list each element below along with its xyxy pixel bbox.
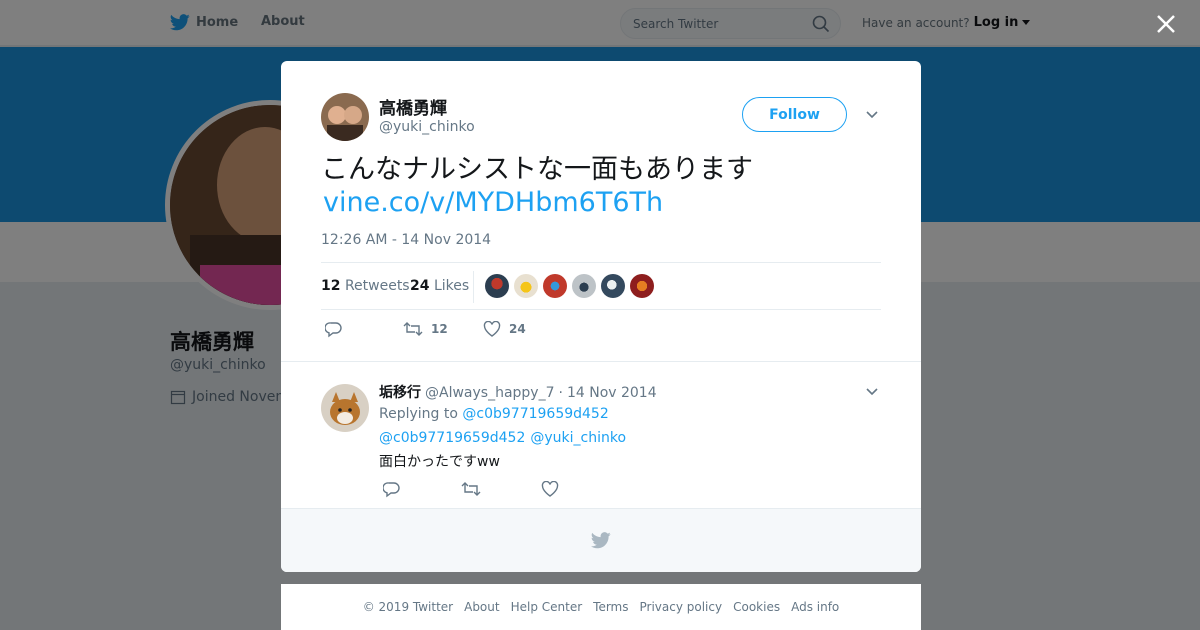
- reply-author-name[interactable]: 垢移行: [379, 382, 421, 402]
- footer-link-terms[interactable]: Terms: [593, 600, 628, 614]
- likes-label: Likes: [433, 278, 470, 294]
- liker-avatar[interactable]: [543, 274, 567, 298]
- reply-action[interactable]: [383, 481, 400, 498]
- reply-separator: ·: [558, 385, 563, 401]
- tweet-modal: 高橋勇輝 @yuki_chinko Follow こんなナルシストな一面もありま…: [281, 61, 921, 572]
- footer-link-ads-info[interactable]: Ads info: [791, 600, 839, 614]
- retweets-count: 12: [321, 278, 341, 294]
- reply-action[interactable]: [325, 321, 342, 338]
- heart-icon: [483, 321, 501, 337]
- follow-button[interactable]: Follow: [742, 97, 847, 132]
- tweet-text-body: こんなナルシストな一面もあります: [321, 154, 753, 185]
- retweet-action[interactable]: [461, 481, 481, 497]
- tweet-author-avatar[interactable]: [321, 93, 369, 141]
- footer-link-privacy[interactable]: Privacy policy: [640, 600, 723, 614]
- reply-date[interactable]: 14 Nov 2014: [567, 385, 657, 401]
- tweet-stats: 12 Retweets 24 Likes: [321, 262, 881, 310]
- tweet-actions: 12 24: [321, 321, 721, 343]
- tweet-author-handle[interactable]: @yuki_chinko: [379, 119, 475, 135]
- retweet-action[interactable]: 12: [403, 321, 448, 337]
- tweet-text: こんなナルシストな一面もあります vine.co/v/MYDHbm6T6Th: [321, 153, 881, 219]
- retweet-action-count: 12: [431, 322, 448, 336]
- liker-avatar[interactable]: [630, 274, 654, 298]
- reply-mention[interactable]: @yuki_chinko: [530, 430, 626, 446]
- tweet-timestamp[interactable]: 12:26 AM - 14 Nov 2014: [321, 232, 491, 248]
- like-action[interactable]: [541, 481, 559, 497]
- chevron-down-icon[interactable]: [865, 385, 879, 399]
- heart-icon: [541, 481, 559, 497]
- reply-tweet[interactable]: 垢移行 @Always_happy_7 · 14 Nov 2014 Replyi…: [281, 361, 921, 508]
- reply-mention[interactable]: @c0b97719659d452: [379, 430, 525, 446]
- liker-avatar[interactable]: [601, 274, 625, 298]
- like-action[interactable]: 24: [483, 321, 526, 337]
- tweet-author-name[interactable]: 高橋勇輝: [379, 94, 447, 119]
- reply-mentions: @c0b97719659d452 @yuki_chinko: [379, 430, 626, 446]
- reply-actions: [379, 481, 579, 501]
- reply-text: 面白かったですww: [379, 454, 500, 470]
- footer-link-help-center[interactable]: Help Center: [511, 600, 583, 614]
- replying-to: Replying to @c0b97719659d452: [379, 406, 609, 422]
- site-footer: © 2019 Twitter About Help Center Terms P…: [281, 584, 921, 630]
- twitter-bird-icon: [591, 532, 611, 549]
- liker-avatar[interactable]: [572, 274, 596, 298]
- liker-avatar[interactable]: [514, 274, 538, 298]
- like-action-count: 24: [509, 322, 526, 336]
- chevron-down-icon[interactable]: [865, 108, 879, 122]
- retweet-icon: [403, 322, 423, 336]
- retweets-label: Retweets: [344, 278, 410, 294]
- liker-avatar[interactable]: [485, 274, 509, 298]
- tweet-link[interactable]: vine.co/v/MYDHbm6T6Th: [321, 186, 881, 219]
- reply-icon: [325, 322, 342, 338]
- retweets-stat[interactable]: 12 Retweets: [321, 278, 410, 294]
- close-icon[interactable]: [1152, 10, 1180, 38]
- liker-avatars: [485, 274, 654, 298]
- footer-link-about[interactable]: About: [464, 600, 499, 614]
- reply-author-avatar[interactable]: [321, 384, 369, 432]
- reply-author-handle[interactable]: @Always_happy_7: [425, 385, 555, 401]
- likes-stat[interactable]: 24 Likes: [410, 278, 469, 294]
- replying-to-prefix: Replying to: [379, 406, 458, 422]
- replying-to-mention[interactable]: @c0b97719659d452: [462, 406, 608, 422]
- modal-footer: [281, 508, 921, 572]
- reply-header: 垢移行 @Always_happy_7 · 14 Nov 2014: [379, 382, 657, 402]
- stats-divider: [473, 271, 474, 303]
- footer-copyright: © 2019 Twitter: [362, 600, 454, 614]
- retweet-icon: [461, 482, 481, 496]
- footer-link-cookies[interactable]: Cookies: [733, 600, 780, 614]
- likes-count: 24: [410, 278, 430, 294]
- reply-icon: [383, 482, 400, 498]
